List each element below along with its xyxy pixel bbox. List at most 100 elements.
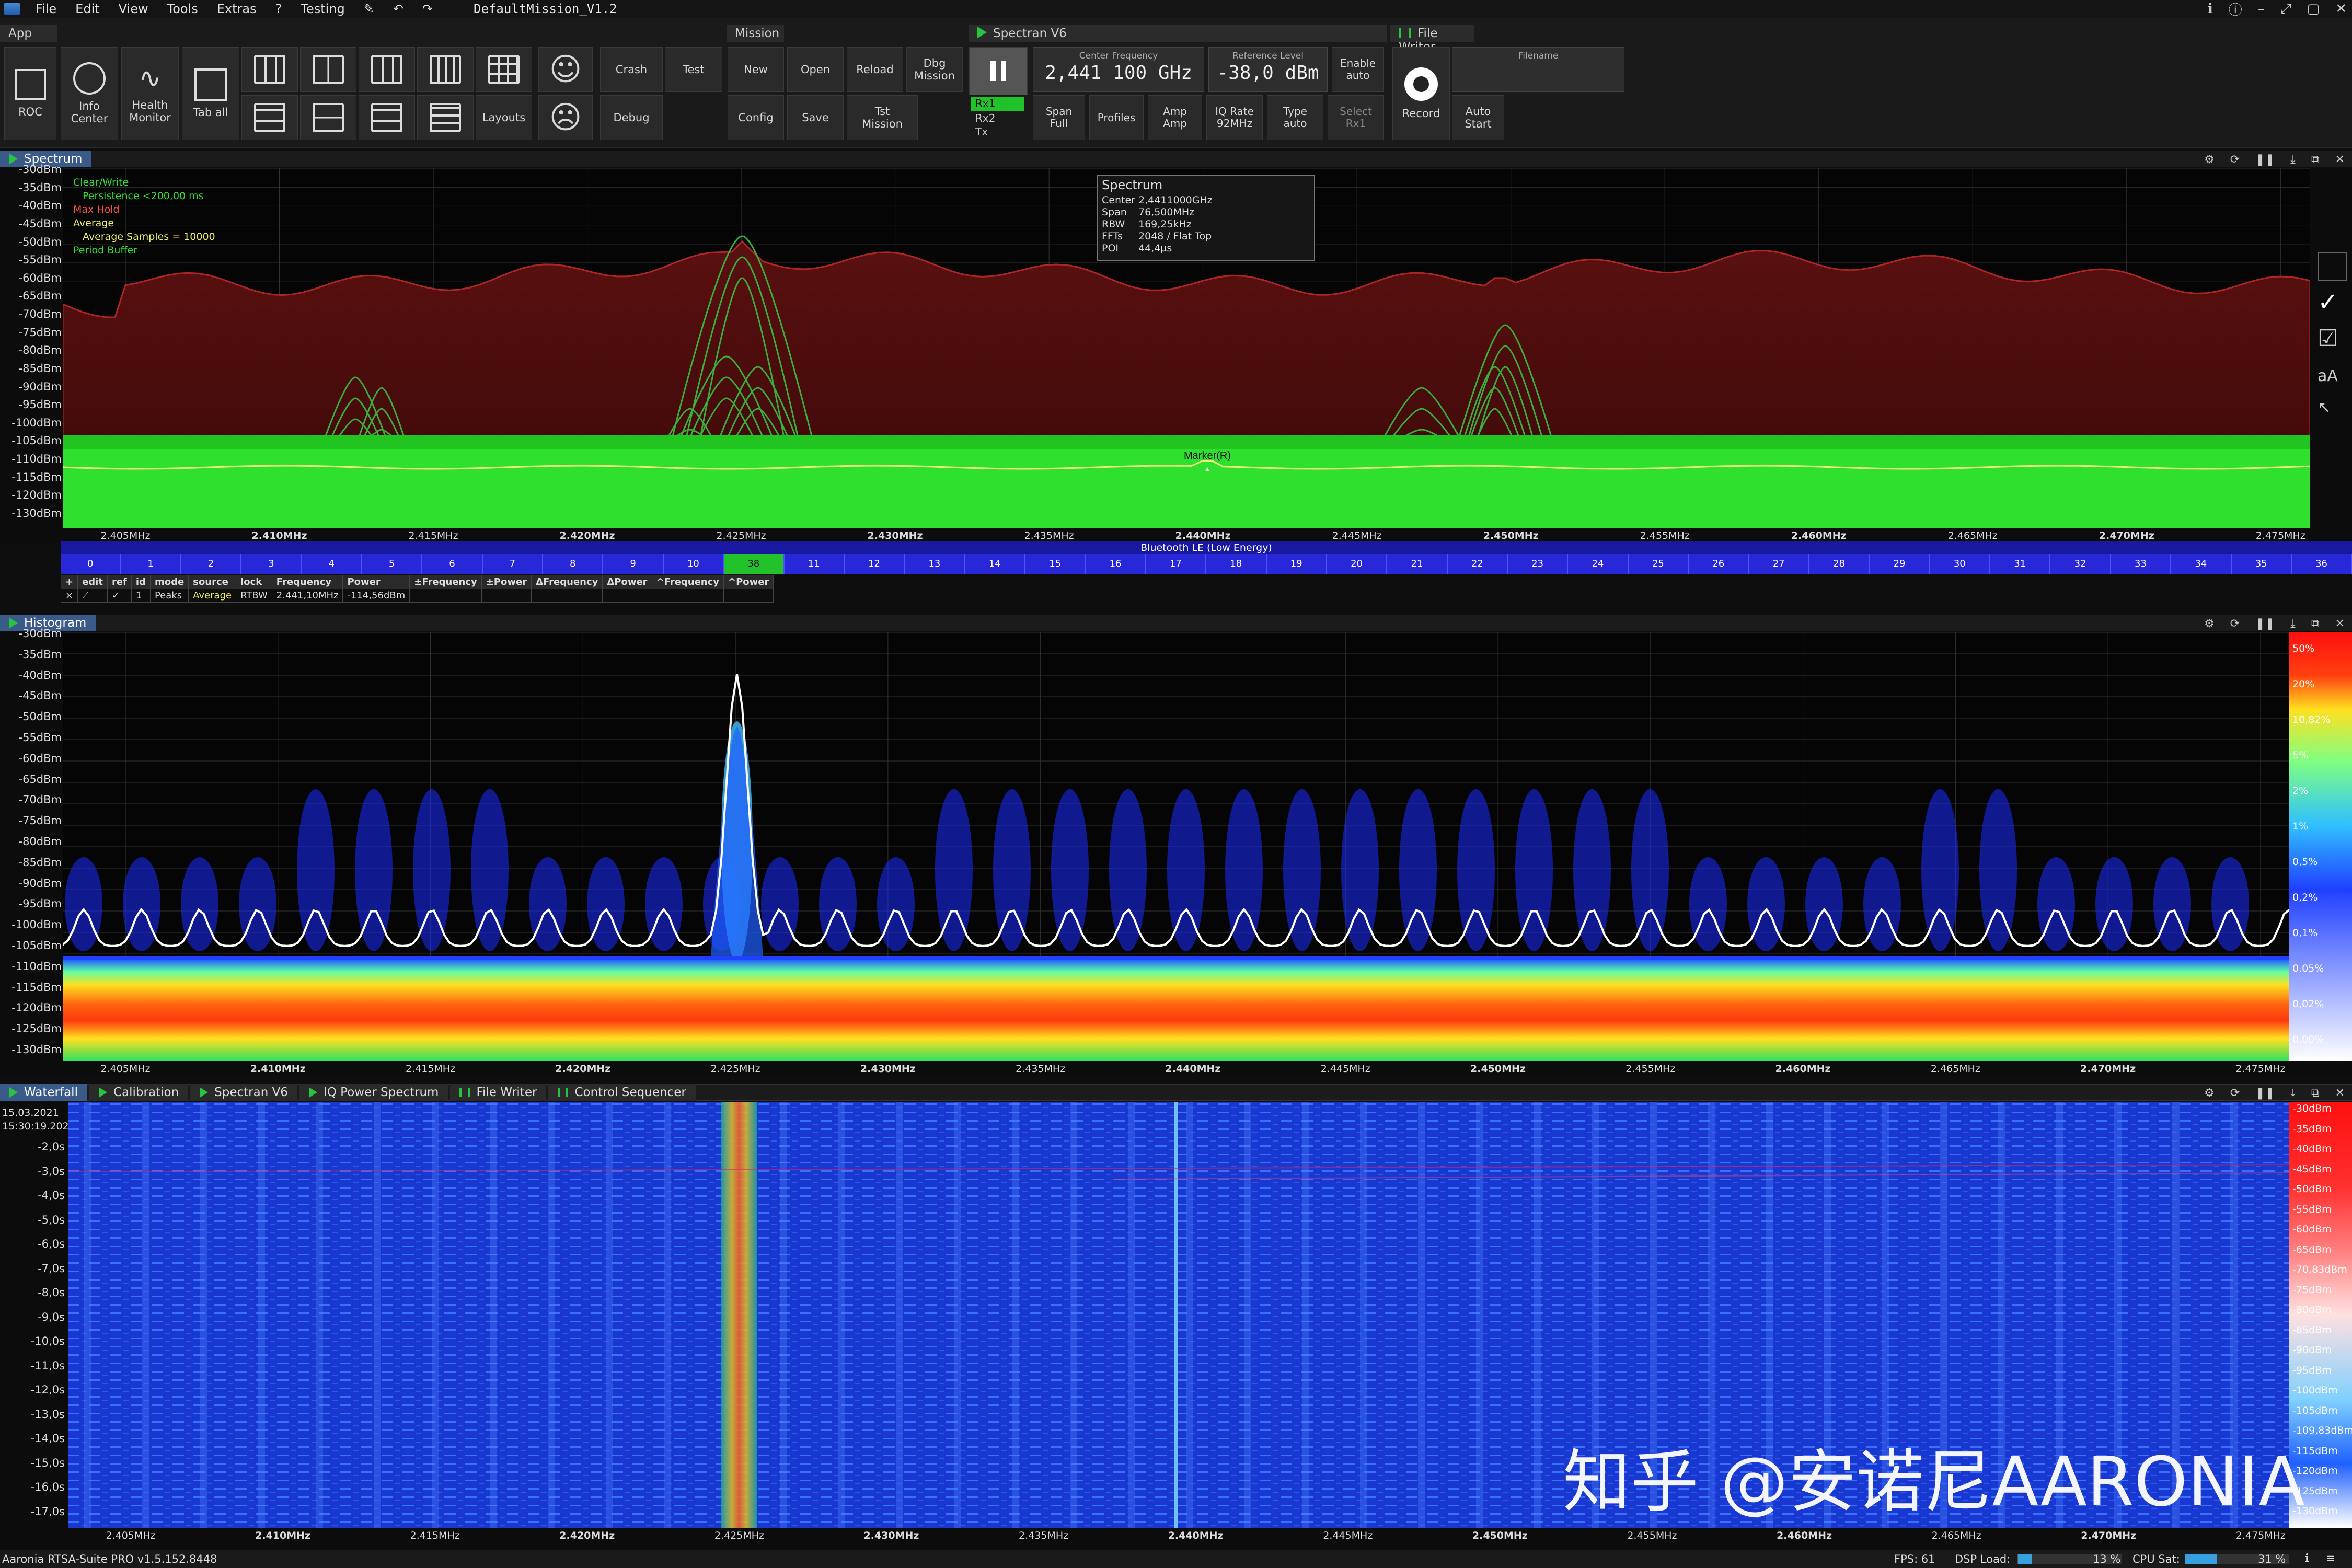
tab-all-button[interactable]: Tab all xyxy=(182,47,239,140)
tab-control-sequencer[interactable]: Control Sequencer xyxy=(548,1084,696,1101)
menu-extras[interactable]: Extras xyxy=(207,2,266,16)
marker-col-header[interactable]: edit xyxy=(77,575,108,589)
tab-file-writer[interactable]: File Writer xyxy=(450,1084,547,1101)
info-center-button[interactable]: Info Center xyxy=(61,47,118,140)
type-select[interactable]: Type auto xyxy=(1267,95,1323,140)
marker-col-header[interactable]: lock xyxy=(236,575,272,589)
ble-channel-35[interactable]: 35 xyxy=(2231,554,2292,574)
popout-icon[interactable]: ⧉ xyxy=(2311,617,2320,630)
legend-period-buffer[interactable]: Period Buffer xyxy=(73,244,215,257)
ble-channel-14[interactable]: 14 xyxy=(965,554,1025,574)
check-box-icon[interactable]: ☑ xyxy=(2318,325,2338,352)
pause-small-icon[interactable]: ❚❚ xyxy=(2255,1087,2275,1100)
health-monitor-button[interactable]: ∿ Health Monitor xyxy=(121,47,179,140)
dbg-mission-button[interactable]: Dbg Mission xyxy=(906,47,963,92)
layout-2row-button[interactable] xyxy=(300,95,356,140)
layout-columns-arrows-button[interactable] xyxy=(241,47,298,92)
legend-average[interactable]: Average xyxy=(73,216,215,230)
tab-waterfall[interactable]: Waterfall xyxy=(0,1084,87,1101)
tab-spectran-v6[interactable]: Spectran V6 xyxy=(190,1084,297,1101)
ble-channel-31[interactable]: 31 xyxy=(1990,554,2051,574)
tst-mission-button[interactable]: Tst Mission xyxy=(847,95,918,140)
menu-file[interactable]: File xyxy=(26,2,66,16)
ble-channel-22[interactable]: 22 xyxy=(1447,554,1508,574)
frame-tool-icon[interactable] xyxy=(2318,252,2347,281)
gear-icon[interactable]: ⚙ xyxy=(2204,153,2215,166)
ble-channel-9[interactable]: 9 xyxy=(603,554,664,574)
rx1-toggle[interactable]: Rx1 xyxy=(971,97,1024,111)
layout-4row-button[interactable] xyxy=(417,95,474,140)
tab-calibration[interactable]: Calibration xyxy=(89,1084,189,1101)
refresh-icon[interactable]: ⟳ xyxy=(2230,1087,2240,1100)
rx2-toggle[interactable]: Rx2 xyxy=(975,112,995,124)
marker-col-header[interactable]: ΔPower xyxy=(602,575,652,589)
close-icon[interactable]: ✕ xyxy=(2335,1,2347,17)
ble-channel-5[interactable]: 5 xyxy=(362,554,423,574)
gear-icon[interactable]: ⚙ xyxy=(2204,617,2215,630)
ble-channel-20[interactable]: 20 xyxy=(1327,554,1388,574)
auto-start-button[interactable]: Auto Start xyxy=(1452,95,1504,140)
text-size-icon[interactable]: aA xyxy=(2318,367,2338,385)
legend-max-hold[interactable]: Max Hold xyxy=(73,203,215,216)
marker-col-header[interactable]: ΔFrequency xyxy=(531,575,603,589)
download-icon[interactable]: ⤓ xyxy=(2290,1087,2296,1100)
check-tool-icon[interactable]: ✓ xyxy=(2318,287,2338,317)
layout-4col-button[interactable] xyxy=(417,47,474,92)
layout-rows-arrows-button[interactable] xyxy=(241,95,298,140)
marker-cell[interactable]: × xyxy=(60,589,78,603)
ble-channel-16[interactable]: 16 xyxy=(1086,554,1146,574)
status-info-icon[interactable]: ℹ xyxy=(2305,1552,2309,1564)
record-button[interactable]: Record xyxy=(1392,47,1450,140)
frown-button[interactable]: ☹ xyxy=(538,95,593,140)
marker-cell[interactable]: ✓ xyxy=(107,589,132,603)
amp-select[interactable]: Amp Amp xyxy=(1148,95,1202,140)
refresh-icon[interactable]: ⟳ xyxy=(2230,617,2240,630)
test-button[interactable]: Test xyxy=(665,47,722,92)
ble-channel-17[interactable]: 17 xyxy=(1146,554,1207,574)
ble-channel-28[interactable]: 28 xyxy=(1809,554,1870,574)
smile-button[interactable]: ☺ xyxy=(538,47,593,92)
menu-testing[interactable]: Testing xyxy=(291,2,354,16)
layout-2col-button[interactable] xyxy=(300,47,356,92)
layout-3col-button[interactable] xyxy=(359,47,415,92)
close-panel-icon[interactable]: ✕ xyxy=(2335,1087,2345,1100)
ble-channel-4[interactable]: 4 xyxy=(302,554,362,574)
ble-channel-3[interactable]: 3 xyxy=(241,554,302,574)
layouts-button[interactable]: Layouts xyxy=(476,95,532,140)
marker-col-header[interactable]: ^Frequency xyxy=(651,575,724,589)
ble-channel-13[interactable]: 13 xyxy=(905,554,965,574)
tx-toggle[interactable]: Tx xyxy=(975,125,988,138)
center-frequency-field[interactable]: Center Frequency 2,441 100 GHz xyxy=(1033,47,1204,92)
ble-channel-10[interactable]: 10 xyxy=(663,554,724,574)
ble-channel-30[interactable]: 30 xyxy=(1930,554,1990,574)
enable-select[interactable]: Enable auto xyxy=(1332,47,1384,92)
filename-field[interactable]: Filename xyxy=(1452,47,1624,92)
marker-col-header[interactable]: ±Frequency xyxy=(409,575,482,589)
pause-small-icon[interactable]: ❚❚ xyxy=(2255,617,2275,630)
status-menu-icon[interactable]: ≡ xyxy=(2326,1552,2335,1564)
ble-channel-32[interactable]: 32 xyxy=(2050,554,2111,574)
download-icon[interactable]: ⤓ xyxy=(2290,153,2296,166)
reload-mission-button[interactable]: Reload xyxy=(847,47,903,92)
gear-icon[interactable]: ⚙ xyxy=(2204,1087,2215,1100)
menu-help[interactable]: ? xyxy=(266,2,292,16)
close-panel-icon[interactable]: ✕ xyxy=(2335,153,2345,166)
ble-channel-26[interactable]: 26 xyxy=(1689,554,1749,574)
select-rx-select[interactable]: Select Rx1 xyxy=(1328,95,1384,140)
ble-channel-15[interactable]: 15 xyxy=(1025,554,1086,574)
histogram-plot[interactable] xyxy=(63,632,2289,1061)
ble-channel-23[interactable]: 23 xyxy=(1508,554,1569,574)
ble-channel-21[interactable]: 21 xyxy=(1387,554,1448,574)
span-select[interactable]: Span Full xyxy=(1033,95,1085,140)
ble-channel-12[interactable]: 12 xyxy=(844,554,905,574)
roc-button[interactable]: ROC xyxy=(4,47,56,140)
marker-col-header[interactable]: ±Power xyxy=(481,575,532,589)
marker-col-header[interactable]: + xyxy=(60,575,78,589)
ble-channel-8[interactable]: 8 xyxy=(543,554,604,574)
iq-rate-select[interactable]: IQ Rate 92MHz xyxy=(1206,95,1263,140)
marker-col-header[interactable]: id xyxy=(131,575,151,589)
ble-channel-38[interactable]: 38 xyxy=(724,554,785,574)
ble-channel-18[interactable]: 18 xyxy=(1206,554,1267,574)
menu-edit[interactable]: Edit xyxy=(66,2,109,16)
config-button[interactable]: Config xyxy=(728,95,784,140)
